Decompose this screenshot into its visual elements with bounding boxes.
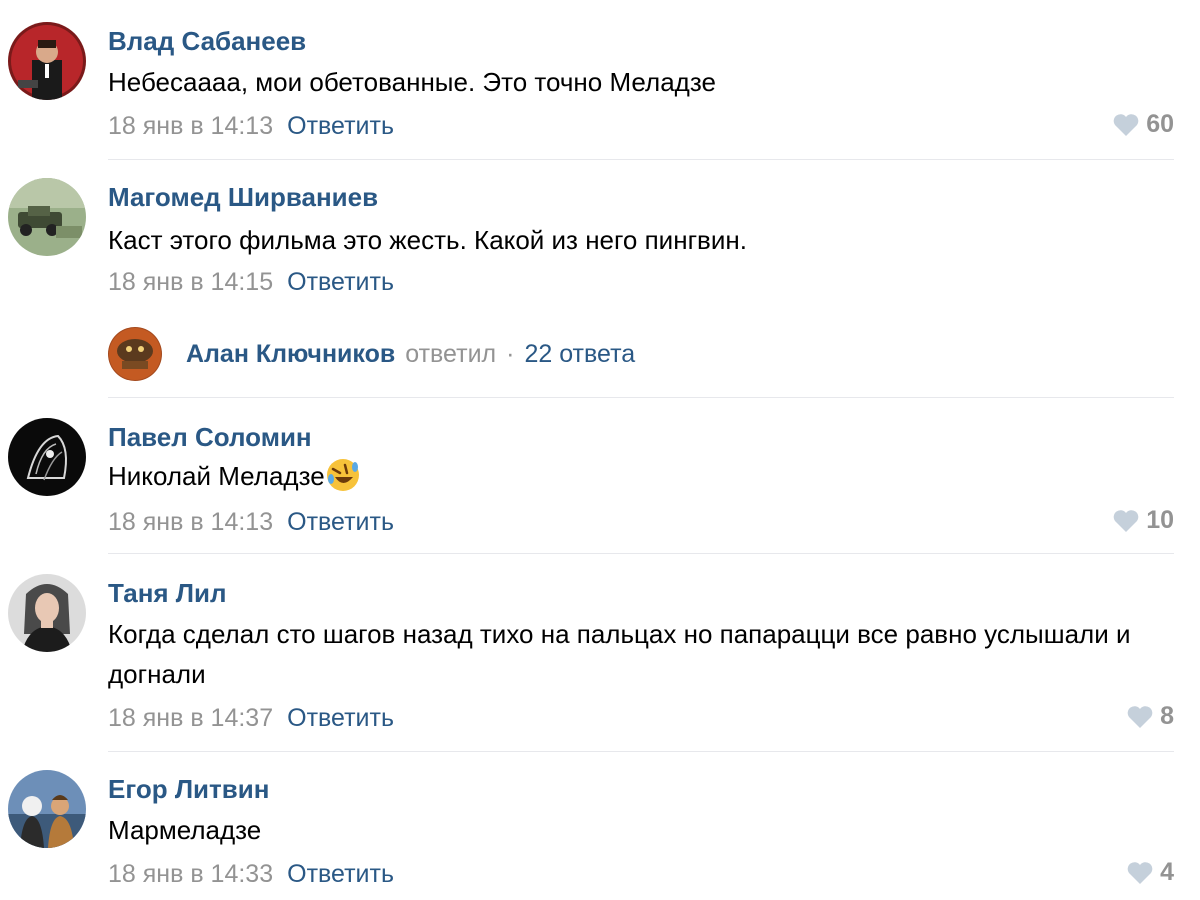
avatar[interactable]	[8, 22, 86, 100]
comment-author[interactable]: Магомед Ширваниев	[108, 182, 378, 213]
reply-button[interactable]: Ответить	[287, 860, 394, 888]
comment: Влад Сабанеев Небесаааа, мои обетованные…	[0, 0, 1200, 160]
like-button[interactable]: 8	[1126, 702, 1174, 731]
avatar[interactable]	[108, 327, 162, 381]
comment: Павел Соломин Николай Меладзе 18 янв в 1…	[0, 398, 1200, 554]
thread-action: ответил	[405, 339, 497, 368]
like-count: 10	[1146, 506, 1174, 534]
thread-replies-count[interactable]: 22 ответа	[524, 340, 635, 369]
comment: Таня Лил Когда сделал сто шагов назад ти…	[0, 554, 1200, 752]
comment-meta: 18 янв в 14:13 Ответить	[108, 508, 394, 537]
like-count: 4	[1160, 858, 1174, 886]
comment-date[interactable]: 18 янв в 14:15	[108, 268, 273, 296]
comment-author[interactable]: Павел Соломин	[108, 422, 312, 453]
comment-meta: 18 янв в 14:15 Ответить	[108, 268, 394, 297]
reply-button[interactable]: Ответить	[287, 112, 394, 140]
reply-button[interactable]: Ответить	[287, 508, 394, 536]
heart-icon	[1127, 861, 1153, 884]
like-button[interactable]: 60	[1112, 110, 1174, 139]
comment-meta: 18 янв в 14:33 Ответить	[108, 860, 394, 889]
avatar[interactable]	[8, 178, 86, 256]
thread-author[interactable]: Алан Ключников	[186, 340, 395, 369]
comment-author[interactable]: Егор Литвин	[108, 774, 269, 805]
comment-date[interactable]: 18 янв в 14:37	[108, 704, 273, 732]
comment-date[interactable]: 18 янв в 14:33	[108, 860, 273, 888]
comment: Егор Литвин Мармеладзе 18 янв в 14:33 Отв…	[0, 752, 1200, 900]
rolling-on-floor-laughing-emoji-icon	[326, 459, 359, 491]
comment-text: Небесаааа, мои обетованные. Это точно Ме…	[108, 67, 716, 97]
like-button[interactable]: 4	[1126, 858, 1174, 887]
comment-text-content: Николай Меладзе	[108, 461, 325, 491]
like-count: 60	[1146, 110, 1174, 138]
comment-author[interactable]: Влад Сабанеев	[108, 26, 306, 57]
like-button[interactable]: 10	[1112, 506, 1174, 535]
comment-text: Каст этого фильма это жесть. Какой из не…	[108, 225, 747, 255]
reply-button[interactable]: Ответить	[287, 268, 394, 296]
comment-meta: 18 янв в 14:13 Ответить	[108, 112, 394, 141]
comment-meta: 18 янв в 14:37 Ответить	[108, 704, 394, 733]
comment-text: Мармеладзе	[108, 815, 262, 845]
comment-author[interactable]: Таня Лил	[108, 578, 227, 609]
comment-date[interactable]: 18 янв в 14:13	[108, 112, 273, 140]
avatar[interactable]	[8, 418, 86, 496]
like-count: 8	[1160, 702, 1174, 730]
avatar[interactable]	[8, 574, 86, 652]
heart-icon	[1127, 705, 1153, 728]
replies-thread[interactable]: Алан Ключников ответил · 22 ответа	[108, 326, 635, 382]
comment-text: Николай Меладзе	[108, 456, 1168, 496]
avatar[interactable]	[8, 770, 86, 848]
heart-icon	[1113, 509, 1139, 532]
comment-text: Когда сделал сто шагов назад тихо на пал…	[108, 619, 1131, 689]
reply-button[interactable]: Ответить	[287, 704, 394, 732]
comment-date[interactable]: 18 янв в 14:13	[108, 508, 273, 536]
heart-icon	[1113, 113, 1139, 136]
thread-separator: ·	[506, 339, 515, 368]
